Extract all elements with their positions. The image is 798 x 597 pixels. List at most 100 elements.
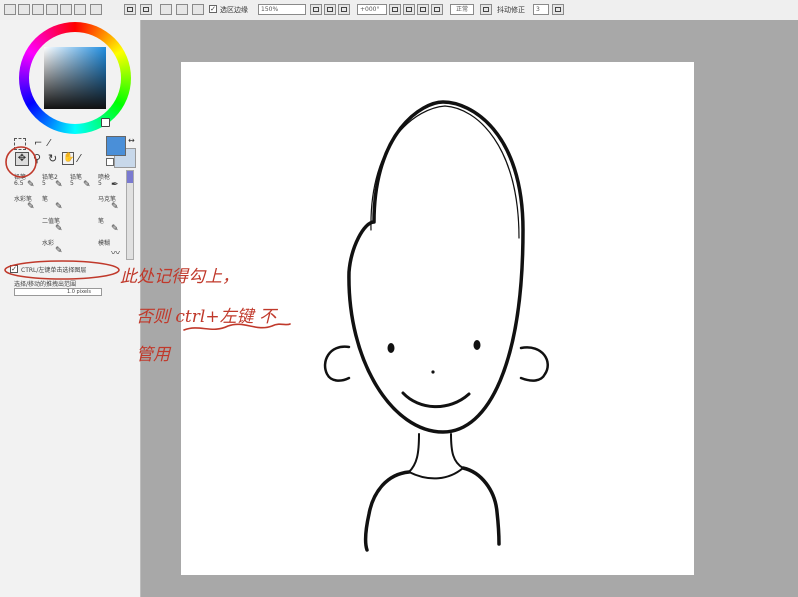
watercolor-icon: ✎ xyxy=(55,246,63,256)
brush-cell[interactable]: 模糊 〰 xyxy=(98,238,124,260)
primary-color-swatch[interactable] xyxy=(106,136,126,156)
right-shoulder xyxy=(461,466,501,546)
scratchpad-tab-icon[interactable] xyxy=(60,4,72,15)
brush-size: 5 xyxy=(42,180,46,187)
smile xyxy=(401,391,471,409)
zoom-reset-icon[interactable] xyxy=(338,4,350,15)
rotate-tool-icon[interactable]: ↻ xyxy=(48,152,57,166)
brush-cell[interactable]: 铅笔2 5 ✎ xyxy=(42,172,68,194)
palette-tab-icon[interactable] xyxy=(74,4,86,15)
brush-grid: 铅笔 6.5 ✎ 铅笔2 5 ✎ 铅笔 5 ✎ 喷枪 5 ✒ 水彩笔 ✎ 笔 ✎… xyxy=(12,170,124,262)
stabilizer-dropdown-icon[interactable] xyxy=(552,4,564,15)
brush-cell[interactable]: 笔 ✎ xyxy=(98,216,124,238)
ctrl-click-label: CTRL/左键单击选择图层 xyxy=(21,267,87,274)
pencil-icon: ✎ xyxy=(55,180,63,190)
ctrl-click-checkbox[interactable]: ✓ xyxy=(10,265,18,273)
brush-cell[interactable]: 喷枪 5 ✒ xyxy=(98,172,124,194)
stabilizer-icon[interactable] xyxy=(480,4,492,15)
selection-range-field[interactable]: 1.0 pixels xyxy=(14,288,102,296)
brush-size: 5 xyxy=(70,180,74,187)
brush-name: 笔 xyxy=(98,218,105,225)
selection-range-label: 选择/移动的推拽出范围 xyxy=(14,281,77,288)
app-window: ✓ 选区边缘 150% +000° 正常 抖动修正 3 ⌐ ⁄ ✥ ⚲ ↻ ✋ … xyxy=(0,0,798,597)
brush-name: 水彩 xyxy=(42,240,55,247)
rotate-left-icon[interactable] xyxy=(389,4,401,15)
annotation-line-3: 管用 xyxy=(136,345,170,365)
rotation-field[interactable]: +000° xyxy=(357,4,387,15)
selection-edge-checkbox[interactable]: ✓ xyxy=(209,5,217,13)
reset-colors-icon[interactable] xyxy=(106,158,114,166)
left-ear xyxy=(323,345,351,382)
annotation-line-1: 此处记得勾上， xyxy=(120,267,239,287)
ctrl-click-row: ✓ CTRL/左键单击选择图层 xyxy=(6,262,114,276)
redo-icon[interactable] xyxy=(192,4,204,15)
color-wheel[interactable] xyxy=(19,22,131,134)
saturation-value-square[interactable] xyxy=(44,47,106,109)
neck-left xyxy=(408,433,420,473)
invert-selection-icon[interactable] xyxy=(140,4,152,15)
rgb-slider-tab-icon[interactable] xyxy=(18,4,30,15)
brush-icon: ✎ xyxy=(55,202,63,212)
hsv-slider-tab-icon[interactable] xyxy=(32,4,44,15)
brush-cell[interactable]: 水彩 ✎ xyxy=(42,238,68,260)
zoom-in-icon[interactable] xyxy=(324,4,336,15)
brush-name: 模糊 xyxy=(98,240,111,247)
navigator-tab-icon[interactable] xyxy=(90,4,102,15)
tool-panel: ⌐ ⁄ ✥ ⚲ ↻ ✋ ⁄ ↔ 铅笔 6.5 ✎ 铅笔2 5 ✎ 铅笔 5 ✎ … xyxy=(0,20,141,597)
zoom-tool-icon[interactable]: ⚲ xyxy=(33,152,41,166)
zoom-field[interactable]: 150% xyxy=(258,4,306,15)
hue-marker[interactable] xyxy=(101,118,110,127)
flip-horizontal-icon[interactable] xyxy=(431,4,443,15)
brush-name: 笔 xyxy=(42,196,49,203)
brush-cell[interactable]: 铅笔 5 ✎ xyxy=(70,172,96,194)
brush-cell[interactable]: 二值笔 ✎ xyxy=(42,216,68,238)
airbrush-icon: ✒ xyxy=(111,180,119,190)
rotate-reset-icon[interactable] xyxy=(417,4,429,15)
stabilizer-label: 抖动修正 xyxy=(497,6,525,14)
hand-tool-icon[interactable]: ✋ xyxy=(62,152,74,165)
binary-pen-icon: ✎ xyxy=(55,224,63,234)
neck-right xyxy=(450,433,464,469)
head-outline xyxy=(347,100,525,434)
lasso-icon[interactable]: ⌐ xyxy=(34,138,42,150)
eyedropper-icon[interactable]: ⁄ xyxy=(78,152,80,166)
undo-icon[interactable] xyxy=(176,4,188,15)
brush-cell[interactable]: 铅笔 6.5 ✎ xyxy=(14,172,40,194)
blur-icon: 〰 xyxy=(111,249,121,259)
rotate-right-icon[interactable] xyxy=(403,4,415,15)
color-wheel-tab-icon[interactable] xyxy=(4,4,16,15)
swap-colors-icon[interactable]: ↔ xyxy=(128,136,135,145)
pencil-icon: ✎ xyxy=(27,180,35,190)
pen-icon: ✎ xyxy=(111,224,119,234)
right-eye xyxy=(473,340,481,350)
deselect-icon[interactable] xyxy=(124,4,136,15)
brush-size: 5 xyxy=(98,180,102,187)
brush-size: 6.5 xyxy=(14,180,24,187)
brush-icon: ✎ xyxy=(27,202,35,212)
head-outline-sketch xyxy=(370,105,520,239)
selection-range-value: 1.0 pixels xyxy=(67,289,91,295)
brush-cell[interactable]: 水彩笔 ✎ xyxy=(14,194,40,216)
pencil-icon: ✎ xyxy=(83,180,91,190)
stabilizer-select[interactable]: 3 xyxy=(533,4,549,15)
selection-rect-icon[interactable] xyxy=(14,138,26,150)
annotation-line-2: 否则 ctrl+左键 不 xyxy=(136,307,276,327)
top-toolbar: ✓ 选区边缘 150% +000° 正常 抖动修正 3 xyxy=(0,0,798,21)
collar xyxy=(408,467,464,480)
nose xyxy=(431,370,435,374)
left-eye xyxy=(387,343,395,353)
move-tool-icon[interactable]: ✥ xyxy=(15,152,29,166)
blend-mode-select[interactable]: 正常 xyxy=(450,4,474,15)
marker-icon: ✎ xyxy=(111,202,119,212)
swatch-tab-icon[interactable] xyxy=(46,4,58,15)
left-shoulder xyxy=(363,470,411,552)
trim-icon[interactable] xyxy=(160,4,172,15)
brush-cell[interactable]: 笔 ✎ xyxy=(42,194,68,216)
right-ear xyxy=(519,346,549,382)
brush-scrollbar[interactable] xyxy=(126,170,134,260)
scrollbar-thumb[interactable] xyxy=(127,171,133,183)
zoom-out-icon[interactable] xyxy=(310,4,322,15)
brush-cell[interactable]: 马克笔 ✎ xyxy=(98,194,124,216)
selection-edge-label: 选区边缘 xyxy=(220,6,248,14)
magic-wand-icon[interactable]: ⁄ xyxy=(48,138,50,150)
